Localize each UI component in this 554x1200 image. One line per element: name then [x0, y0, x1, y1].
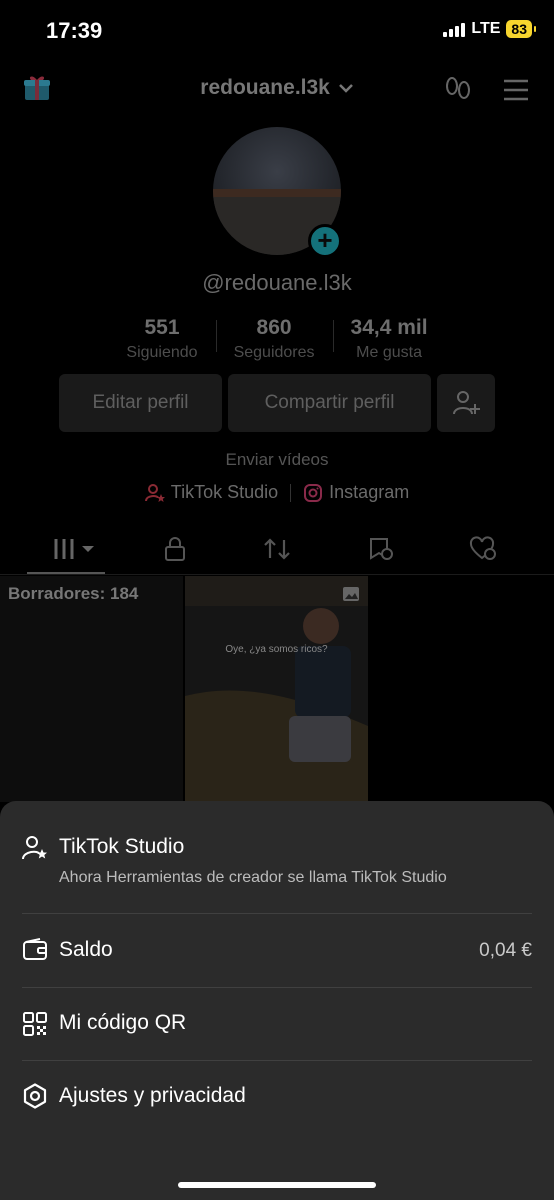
- add-friend-button[interactable]: [437, 374, 495, 432]
- sheet-item-balance[interactable]: Saldo 0,04 €: [0, 914, 554, 987]
- sheet-item-settings[interactable]: Ajustes y privacidad: [0, 1061, 554, 1133]
- stat-likes[interactable]: 34,4 mil Me gusta: [332, 316, 446, 362]
- draft-thumbnail-image: [0, 662, 170, 802]
- edit-profile-button[interactable]: Editar perfil: [59, 374, 222, 432]
- sheet-item-title: Saldo: [59, 938, 113, 961]
- sheet-item-tiktok-studio[interactable]: TikTok Studio Ahora Herramientas de crea…: [0, 801, 554, 913]
- tab-saved[interactable]: [367, 536, 395, 567]
- battery-level: 83: [506, 20, 536, 38]
- add-user-icon: [453, 391, 480, 415]
- profile-tabs: [0, 530, 554, 575]
- tiktok-studio-link[interactable]: TikTok Studio: [144, 482, 278, 503]
- tab-liked[interactable]: [469, 536, 497, 567]
- creator-star-icon: [22, 836, 47, 860]
- share-profile-button[interactable]: Compartir perfil: [228, 374, 431, 432]
- chevron-down-icon: [338, 84, 353, 94]
- wallet-icon: [23, 938, 47, 960]
- menu-icon[interactable]: [502, 76, 530, 104]
- username-text: redouane.l3k: [200, 76, 330, 99]
- qr-code-icon: [23, 1012, 47, 1036]
- sheet-item-subtitle: Ahora Herramientas de creador se llama T…: [59, 869, 447, 886]
- video-thumbnail-image: [185, 576, 368, 802]
- instagram-icon: [304, 483, 323, 502]
- drafts-label: Borradores: 184: [8, 584, 139, 603]
- profile-stats: 551 Siguiendo 860 Seguidores 34,4 mil Me…: [0, 316, 554, 362]
- tab-reposts[interactable]: [263, 536, 291, 567]
- stat-followers[interactable]: 860 Seguidores: [215, 316, 333, 362]
- send-videos-link[interactable]: Enviar vídeos: [0, 450, 554, 470]
- signal-icon: [443, 21, 466, 37]
- video-thumbnail[interactable]: Oye, ¿ya somos ricos?: [185, 576, 368, 802]
- gear-icon: [23, 1083, 47, 1109]
- grid-icon: [54, 539, 94, 559]
- creator-star-icon: [144, 483, 165, 502]
- drafts-thumbnail[interactable]: Borradores: 184: [0, 576, 183, 802]
- repost-icon: [264, 538, 290, 560]
- video-caption: Oye, ¿ya somos ricos?: [225, 644, 328, 655]
- sheet-item-title: TikTok Studio: [59, 835, 185, 858]
- footprints-icon[interactable]: [444, 76, 472, 104]
- lock-icon: [165, 537, 185, 561]
- bookmark-hidden-icon: [370, 538, 393, 560]
- heart-hidden-icon: [469, 536, 496, 560]
- balance-value: 0,04 €: [479, 940, 532, 961]
- status-time: 17:39: [46, 18, 103, 43]
- tab-private[interactable]: [162, 536, 188, 567]
- sheet-item-qr-code[interactable]: Mi código QR: [0, 988, 554, 1060]
- photo-icon: [343, 587, 359, 601]
- network-type: LTE: [471, 20, 501, 37]
- sheet-item-title: Mi código QR: [59, 1011, 187, 1034]
- active-tab-indicator: [27, 572, 105, 574]
- add-avatar-button[interactable]: +: [308, 224, 342, 258]
- home-indicator[interactable]: [178, 1182, 376, 1188]
- stat-following[interactable]: 551 Siguiendo: [108, 316, 215, 362]
- profile-handle: @redouane.l3k: [202, 270, 352, 295]
- instagram-link[interactable]: Instagram: [303, 482, 409, 503]
- status-bar: 17:39 LTE 83: [0, 0, 554, 60]
- sheet-item-title: Ajustes y privacidad: [59, 1084, 246, 1107]
- tab-videos[interactable]: [52, 536, 100, 567]
- options-bottom-sheet: TikTok Studio Ahora Herramientas de crea…: [0, 801, 554, 1200]
